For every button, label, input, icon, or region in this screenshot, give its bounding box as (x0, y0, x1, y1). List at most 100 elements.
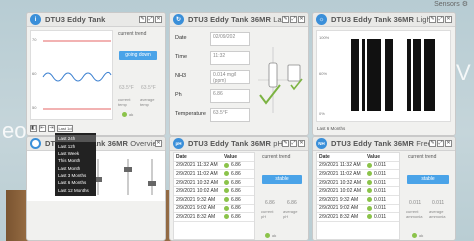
menu-item[interactable]: This Month (55, 157, 96, 164)
panel-controls: ✎ ⤢ ✕ (282, 140, 305, 147)
expand-icon[interactable]: ⤢ (437, 16, 444, 23)
menu-item[interactable]: Last 24h (55, 135, 96, 143)
status-dot (367, 205, 372, 211)
slider-handle[interactable] (148, 181, 156, 186)
panel-eddy-tank-temp: i DTU3 Eddy Tank ✎ ⤢ ✕ 70 60 50 current … (26, 12, 166, 136)
table-row[interactable]: 2/9/2021 11:32 AM 6.86 (174, 162, 254, 171)
edit-icon[interactable]: ✎ (282, 16, 289, 23)
col-value[interactable]: Value (224, 154, 254, 160)
close-icon[interactable]: ✕ (445, 16, 452, 23)
table-row[interactable]: 2/9/2021 11:32 AM 0.011 (317, 162, 399, 171)
row-date: 2/9/2021 9:02 AM (319, 205, 359, 212)
last-value: 63.5°F (210, 108, 250, 122)
row-value: 0.011 (374, 170, 387, 177)
row-value-cell: 0.011 (367, 171, 399, 177)
table-row[interactable]: 2/9/2021 9:02 AM 6.86 (174, 205, 254, 214)
status-dot (265, 233, 270, 239)
info-icon: i (30, 14, 41, 25)
close-icon[interactable]: ✕ (155, 16, 162, 23)
table-row[interactable]: 2/9/2021 10:32 AM 6.86 (174, 179, 254, 188)
table-row[interactable]: 2/9/2021 11:02 AM 6.86 (174, 170, 254, 179)
menu-item[interactable]: Last Week (55, 150, 96, 157)
panel-header: i DTU3 Eddy Tank ✎ ⤢ ✕ (27, 13, 165, 27)
edit-icon[interactable]: ✎ (429, 16, 436, 23)
table-row[interactable]: 2/9/2021 9:32 AM 6.86 (174, 196, 254, 205)
toolbar-button[interactable]: ◧ (30, 125, 37, 132)
row-value-cell: 0.011 (367, 162, 399, 168)
row-value-cell: 0.011 (367, 188, 399, 194)
edit-icon[interactable]: ✎ (282, 140, 289, 147)
top-status[interactable]: Sensors ⚙ (434, 0, 468, 8)
row-date: 2/9/2021 11:32 AM (176, 162, 218, 169)
row-value-cell: 6.86 (224, 171, 254, 177)
status-dot (224, 214, 229, 220)
row-value: 0.011 (374, 188, 387, 195)
current-trend-label: current trend (262, 154, 291, 160)
panel-controls: ✎ ⤢ ✕ (282, 16, 305, 23)
temp-chart-svg (42, 40, 112, 110)
menu-item[interactable]: Last 3 Months (55, 172, 96, 179)
table-row[interactable]: 2/9/2021 9:02 AM 0.011 (317, 205, 399, 214)
panel-title: DTU3 Eddy Tank 36MR Free (331, 139, 432, 148)
row-value-cell: 6.86 (224, 188, 254, 194)
close-icon[interactable]: ✕ (298, 16, 305, 23)
row-value: 6.86 (231, 179, 241, 186)
table-row[interactable]: 2/9/2021 10:32 AM 0.011 (317, 179, 399, 188)
expand-icon[interactable]: ⤢ (437, 140, 444, 147)
row-value: 0.011 (374, 205, 387, 212)
row-date: 2/9/2021 8:32 AM (176, 213, 216, 220)
close-icon[interactable]: ✕ (298, 140, 305, 147)
row-value: 6.86 (231, 162, 241, 169)
row-value: 6.86 (231, 213, 241, 220)
row-date: 2/9/2021 9:32 AM (176, 196, 216, 203)
average-ammonia-value: 0.011 (432, 200, 445, 206)
average-temp-label: average temp (140, 97, 155, 107)
expand-icon[interactable]: ⤢ (290, 140, 297, 147)
row-date: 2/9/2021 10:02 AM (176, 188, 218, 195)
status-dot (367, 179, 372, 185)
table-row[interactable]: 2/9/2021 8:32 AM 6.86 (174, 213, 254, 222)
row-date: 2/9/2021 10:32 AM (319, 179, 361, 186)
table-row[interactable]: 2/9/2021 10:02 AM 6.86 (174, 187, 254, 196)
close-icon[interactable]: ✕ (445, 140, 452, 147)
status-dot (367, 162, 372, 168)
table-row[interactable]: 2/9/2021 8:32 AM 0.011 (317, 213, 399, 222)
edit-icon[interactable]: ✎ (429, 140, 436, 147)
slider-handle[interactable] (124, 167, 132, 172)
expand-icon[interactable]: ⤢ (147, 16, 154, 23)
last-value: 6.86 (210, 89, 250, 103)
panel-header: pH DTU3 Eddy Tank 36MR pH ✎ ⤢ ✕ (170, 137, 308, 151)
expand-icon[interactable]: ⤢ (290, 16, 297, 23)
col-date[interactable]: Date (317, 154, 367, 160)
average-ph-value: 6.86 (287, 200, 297, 206)
last-value: 02/09/202 (210, 32, 250, 46)
table-row[interactable]: 2/9/2021 9:32 AM 0.011 (317, 196, 399, 205)
col-date[interactable]: Date (174, 154, 224, 160)
panel-title: DTU3 Eddy Tank (45, 15, 106, 24)
panel-eddy-tank-overview: DTU3 Eddy Tank 36MR Overview ✕ (26, 136, 166, 241)
background-text-left: eo (2, 118, 27, 143)
range-dropdown[interactable]: Last 1d (57, 125, 73, 132)
edit-icon[interactable]: ✎ (139, 16, 146, 23)
menu-item[interactable]: Last 6 Months (55, 179, 96, 186)
current-ph-label: current pH (261, 209, 274, 219)
chart-toolbar: ◧ ⇤ ⇥ Last 1d (30, 125, 73, 132)
status-dot (224, 162, 229, 168)
panel-title: DTU3 Eddy Tank 36MR Light (331, 15, 433, 24)
status-label: ok (129, 112, 134, 117)
table-row[interactable]: 2/9/2021 11:02 AM 0.011 (317, 170, 399, 179)
panel-title: DTU3 Eddy Tank 36MR pH (188, 139, 283, 148)
toolbar-button[interactable]: ⇤ (39, 125, 46, 132)
light-range-label[interactable]: Last 6 Months (317, 126, 345, 131)
table-row[interactable]: 2/9/2021 10:02 AM 0.011 (317, 187, 399, 196)
row-value: 6.86 (231, 205, 241, 212)
menu-item[interactable]: Last 12 Months (55, 187, 96, 194)
col-value[interactable]: Value (367, 154, 399, 160)
menu-item[interactable]: Last 12h (55, 142, 96, 149)
close-icon[interactable]: ✕ (155, 140, 162, 147)
panel-title: DTU3 Eddy Tank 36MR Last (188, 15, 288, 24)
menu-item[interactable]: Last Month (55, 165, 96, 172)
nh3-icon: NH (316, 138, 327, 149)
toolbar-button[interactable]: ⇥ (48, 125, 55, 132)
y-tick: 60% (319, 71, 328, 76)
